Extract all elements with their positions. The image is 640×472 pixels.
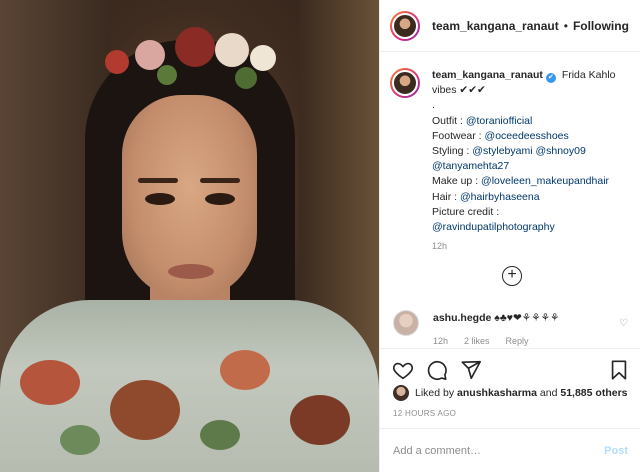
caption-text: team_kangana_ranaut ✔ Frida Kahlo vibes ✔…: [432, 68, 636, 235]
liked-by-summary: Liked by anushkasharma and 51,885 others: [393, 385, 628, 401]
caption-label: Footwear :: [432, 129, 485, 142]
mention-link[interactable]: @oceedeesshoes: [485, 130, 569, 142]
caption-timestamp[interactable]: 12h: [432, 241, 636, 251]
following-button[interactable]: Following: [573, 19, 629, 33]
comment-reply-button[interactable]: Reply: [506, 336, 529, 346]
like-heart-icon[interactable]: [392, 359, 414, 381]
comment-body: ♠♣♥❤⚘⚘⚘⚘: [494, 312, 560, 324]
add-comment-input[interactable]: [393, 444, 605, 457]
load-more-comments-button[interactable]: +: [502, 266, 522, 286]
photo-right-eye: [205, 193, 235, 205]
comment-bubble-icon[interactable]: [426, 359, 448, 381]
likes-count-link[interactable]: 51,885 others: [560, 387, 627, 399]
photo-left-brow: [138, 178, 178, 183]
author-username[interactable]: team_kangana_ranaut: [432, 19, 559, 33]
header-separator: •: [563, 18, 568, 33]
photo-lips: [168, 264, 214, 279]
photo-shawl: [0, 300, 379, 472]
post-actions-bar: [380, 348, 640, 388]
mention-link[interactable]: @hairbyhaseena: [460, 191, 540, 203]
caption-avatar[interactable]: [390, 68, 420, 98]
mention-link[interactable]: @shnoy09: [535, 145, 585, 157]
comment-like-heart-icon[interactable]: ♡: [619, 318, 628, 329]
photo-right-brow: [200, 178, 240, 183]
mention-link[interactable]: @loveleen_makeupandhair: [481, 175, 609, 187]
share-paper-plane-icon[interactable]: [460, 359, 482, 381]
liker-avatar[interactable]: [393, 385, 409, 401]
mention-link[interactable]: @tanyamehta27: [432, 160, 509, 172]
caption-label: Make up :: [432, 175, 482, 188]
liked-by-prefix: Liked by: [415, 387, 455, 399]
author-avatar[interactable]: [390, 10, 420, 41]
post-caption: team_kangana_ranaut ✔ Frida Kahlo vibes ✔…: [390, 68, 636, 251]
mention-link[interactable]: @ravindupatilphotography: [432, 221, 555, 233]
commenter-username[interactable]: ashu.hegde: [433, 312, 491, 324]
mention-link[interactable]: @stylebyami: [472, 145, 532, 157]
liker-username[interactable]: anushkasharma: [457, 387, 537, 399]
caption-label: Picture credit :: [432, 205, 500, 218]
comment-likes[interactable]: 2 likes: [464, 336, 490, 346]
post-header: team_kangana_ranaut • Following: [380, 0, 640, 52]
comment-meta: 12h 2 likes Reply: [433, 336, 529, 346]
caption-label: Styling :: [432, 145, 473, 158]
verified-badge-icon: ✔: [545, 73, 556, 83]
post-photo[interactable]: [0, 0, 379, 472]
save-bookmark-icon[interactable]: [608, 359, 630, 381]
caption-label: Outfit :: [432, 114, 466, 127]
post-comment-button[interactable]: Post: [604, 445, 628, 457]
comment-text: ashu.hegde ♠♣♥❤⚘⚘⚘⚘: [433, 312, 559, 324]
caption-username[interactable]: team_kangana_ranaut: [432, 69, 543, 81]
commenter-avatar[interactable]: [393, 310, 419, 336]
mention-link[interactable]: @toraniofficial: [466, 115, 533, 127]
post-details-panel: team_kangana_ranaut • Following team_kan…: [379, 0, 640, 472]
caption-line: .: [432, 99, 435, 112]
caption-label: Hair :: [432, 190, 461, 203]
liked-by-middle: and: [539, 387, 558, 399]
photo-flower-crown: [95, 15, 285, 95]
photo-left-eye: [145, 193, 175, 205]
post-timestamp: 12 HOURS AGO: [393, 409, 457, 418]
comment-time[interactable]: 12h: [433, 336, 448, 346]
add-comment-bar: Post: [380, 428, 640, 472]
